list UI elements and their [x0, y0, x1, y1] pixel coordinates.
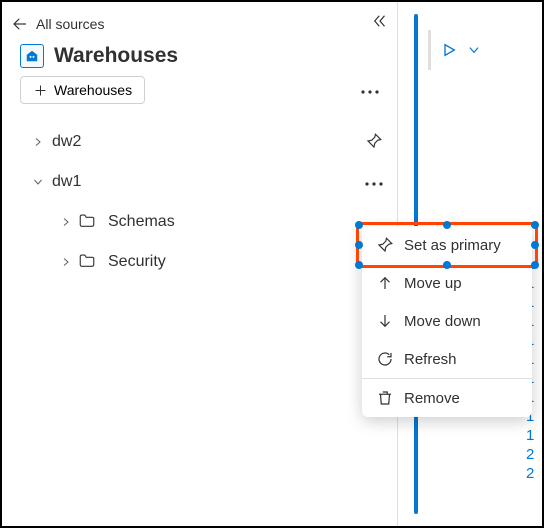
menu-item-label: Move down — [404, 313, 481, 330]
trash-icon — [376, 389, 394, 407]
chevron-right-icon[interactable] — [56, 256, 76, 268]
tree-item-schemas[interactable]: Schemas — [28, 202, 385, 242]
tree-item-label: Schemas — [104, 213, 385, 231]
menu-item-label: Set as primary — [404, 237, 501, 254]
run-controls — [428, 30, 481, 70]
menu-item-label: Move up — [404, 275, 462, 292]
section-header: Warehouses — [2, 40, 397, 76]
add-row: Warehouses — [2, 76, 397, 114]
menu-item-set-primary[interactable]: Set as primary — [362, 226, 532, 264]
menu-item-label: Remove — [404, 390, 460, 407]
more-icon[interactable] — [365, 174, 383, 190]
folder-icon — [78, 252, 96, 273]
refresh-icon — [376, 350, 394, 368]
tree-item-label: Security — [104, 253, 385, 271]
plus-icon — [33, 83, 48, 98]
pin-icon[interactable] — [365, 132, 383, 153]
top-bar-label: All sources — [36, 16, 104, 32]
tree-item-dw1[interactable]: dw1 — [28, 162, 385, 202]
section-title: Warehouses — [54, 44, 178, 68]
chevron-down-icon[interactable] — [28, 176, 48, 188]
tree: dw2 dw1 Schemas — [2, 114, 397, 282]
folder-icon — [78, 212, 96, 233]
menu-item-refresh[interactable]: Refresh — [362, 340, 532, 378]
collapse-icon[interactable] — [371, 12, 389, 33]
menu-item-move-down[interactable]: Move down — [362, 302, 532, 340]
warehouse-icon — [20, 44, 44, 68]
chevron-down-icon[interactable] — [467, 43, 481, 57]
play-icon[interactable] — [441, 42, 457, 58]
tree-item-dw2[interactable]: dw2 — [28, 122, 385, 162]
chevron-right-icon[interactable] — [56, 216, 76, 228]
add-button-label: Warehouses — [54, 82, 132, 98]
pin-icon — [376, 236, 394, 254]
tree-item-label: dw2 — [48, 133, 385, 151]
top-bar: All sources — [2, 8, 397, 40]
menu-item-remove[interactable]: Remove — [362, 379, 532, 417]
section-more-icon[interactable] — [355, 78, 385, 102]
explorer-panel: All sources Warehouses Warehouses dw2 — [2, 2, 398, 526]
context-menu: Set as primary Move up Move down Refresh… — [362, 226, 532, 417]
back-icon[interactable] — [10, 14, 30, 34]
arrow-down-icon — [376, 312, 394, 330]
menu-item-label: Refresh — [404, 351, 457, 368]
tree-item-label: dw1 — [48, 173, 385, 191]
chevron-right-icon[interactable] — [28, 136, 48, 148]
tree-item-security[interactable]: Security — [28, 242, 385, 282]
add-warehouse-button[interactable]: Warehouses — [20, 76, 145, 104]
menu-item-move-up[interactable]: Move up — [362, 264, 532, 302]
arrow-up-icon — [376, 274, 394, 292]
